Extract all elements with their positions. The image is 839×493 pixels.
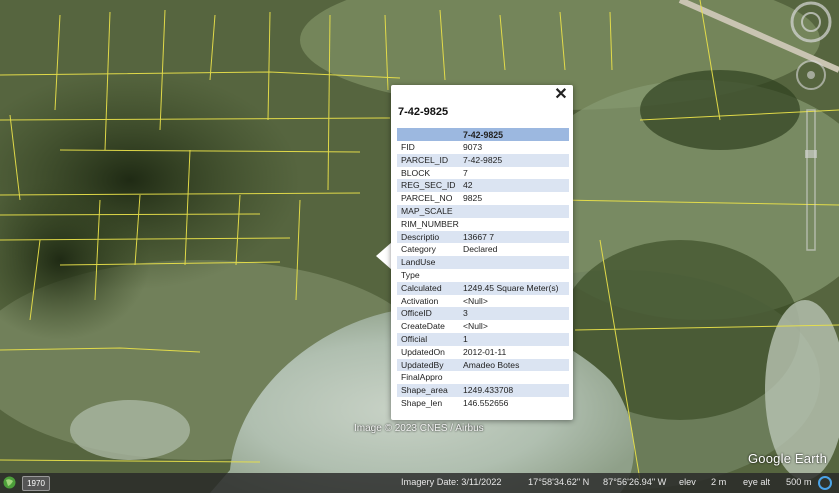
attribute-key: Shape_len xyxy=(401,397,443,408)
table-row: LandUse xyxy=(397,256,569,269)
table-row: UpdatedOn 2012-01-11 xyxy=(397,346,569,359)
attribute-key: Type xyxy=(401,269,420,280)
status-bar: 1970 Imagery Date: 3/11/2022 17°58'34.62… xyxy=(0,473,839,493)
attribute-value: 3 xyxy=(459,307,569,321)
table-row: BLOCK 7 xyxy=(397,167,569,180)
table-row: FID 9073 xyxy=(397,141,569,154)
table-row: Category Declared xyxy=(397,243,569,256)
attribute-value: 1 xyxy=(459,332,569,346)
eye-alt-value: 500 m xyxy=(786,477,812,487)
attribute-key: PARCEL_ID xyxy=(397,153,459,167)
table-row: PARCEL_NO 9825 xyxy=(397,192,569,205)
attribute-value: Amadeo Botes xyxy=(459,358,569,372)
table-row: Calculated 1249.45 Square Meter(s) xyxy=(397,281,569,295)
attribute-value: 1249.433708 xyxy=(459,384,569,397)
google-earth-logo: Google Earth xyxy=(748,451,828,466)
attribute-key: CreateDate xyxy=(401,321,445,332)
attribute-value: <Null> xyxy=(463,321,488,332)
attribute-key: UpdatedOn xyxy=(401,346,445,357)
table-row: FinalAppro xyxy=(397,371,569,384)
longitude-readout: 87°56'26.94" W xyxy=(603,477,667,487)
attribute-key: Descriptio xyxy=(397,230,459,244)
attribute-key: PARCEL_NO xyxy=(401,193,453,204)
attribute-key: Official xyxy=(397,332,459,346)
attribute-table: 7-42-9825 FID 9073 PARCEL_ID 7-42-9825 BLOCK… xyxy=(397,128,569,410)
eye-alt-label: eye alt xyxy=(743,477,771,487)
attribute-value: 2012-01-11 xyxy=(463,346,507,357)
year-badge[interactable]: 1970 xyxy=(22,476,50,491)
attribute-value xyxy=(459,218,569,231)
attribute-key: Shape_area xyxy=(397,384,459,397)
table-row: PARCEL_ID 7-42-9825 xyxy=(397,153,569,167)
attribute-value: 9825 xyxy=(463,193,483,204)
elev-label: elev xyxy=(679,477,696,487)
attribute-key: REG_SEC_ID xyxy=(397,179,459,193)
attribute-value: 7 xyxy=(463,167,468,178)
table-row: Descriptio 13667 7 xyxy=(397,230,569,244)
attribute-key: BLOCK xyxy=(401,167,431,178)
table-row: Shape_len 146.552656 xyxy=(397,397,569,410)
table-row: MAP_SCALE xyxy=(397,204,569,218)
imagery-credit: Image © 2023 CNES / Airbus xyxy=(354,423,484,434)
table-row: CreateDate <Null> xyxy=(397,320,569,333)
loading-indicator-icon xyxy=(818,476,832,490)
imagery-date: Imagery Date: 3/11/2022 xyxy=(401,477,502,487)
parcel-info-popup: ✕ 7-42-9825 7-42-9825 FID 9073 PARCEL_ID 7-… xyxy=(391,85,573,420)
latitude-readout: 17°58'34.62" N xyxy=(528,477,590,487)
attribute-key: RIM_NUMBER xyxy=(401,218,459,229)
attribute-value xyxy=(459,256,569,269)
attribute-key: MAP_SCALE xyxy=(397,204,459,218)
attribute-value: 9073 xyxy=(463,142,483,152)
attribute-value: 42 xyxy=(459,179,569,193)
table-row: OfficeID 3 xyxy=(397,307,569,321)
table-row: Official 1 xyxy=(397,332,569,346)
attribute-key: OfficeID xyxy=(397,307,459,321)
close-icon[interactable]: ✕ xyxy=(553,86,569,104)
attribute-key: Calculated xyxy=(397,281,459,295)
popup-pointer xyxy=(376,242,392,270)
attribute-value xyxy=(459,371,569,384)
table-row: REG_SEC_ID 42 xyxy=(397,179,569,193)
table-row: Shape_area 1249.433708 xyxy=(397,384,569,397)
table-row: RIM_NUMBER xyxy=(397,218,569,231)
attribute-value: 1249.45 Square Meter(s) xyxy=(459,281,569,295)
attribute-value: 13667 7 xyxy=(459,230,569,244)
table-header: 7-42-9825 xyxy=(397,128,569,141)
attribute-value xyxy=(459,204,569,218)
attribute-key: Category xyxy=(401,244,436,255)
table-row: UpdatedBy Amadeo Botes xyxy=(397,358,569,372)
attribute-key: UpdatedBy xyxy=(397,358,459,372)
attribute-key: FID xyxy=(401,142,415,152)
attribute-value: <Null> xyxy=(463,295,488,306)
attribute-value: 146.552656 xyxy=(463,397,509,408)
attribute-value: Declared xyxy=(463,244,498,255)
attribute-key: LandUse xyxy=(397,256,459,269)
table-row: Type xyxy=(397,269,569,282)
attribute-key: FinalAppro xyxy=(401,372,443,383)
popup-title: 7-42-9825 xyxy=(398,106,449,118)
table-row: Activation <Null> xyxy=(397,295,569,308)
attribute-value xyxy=(459,269,569,282)
attribute-value: 7-42-9825 xyxy=(459,153,569,167)
attribute-key: Activation xyxy=(401,295,439,306)
navigation-controls[interactable] xyxy=(772,0,839,300)
elev-value: 2 m xyxy=(711,477,727,487)
historical-imagery-icon[interactable] xyxy=(3,476,16,489)
